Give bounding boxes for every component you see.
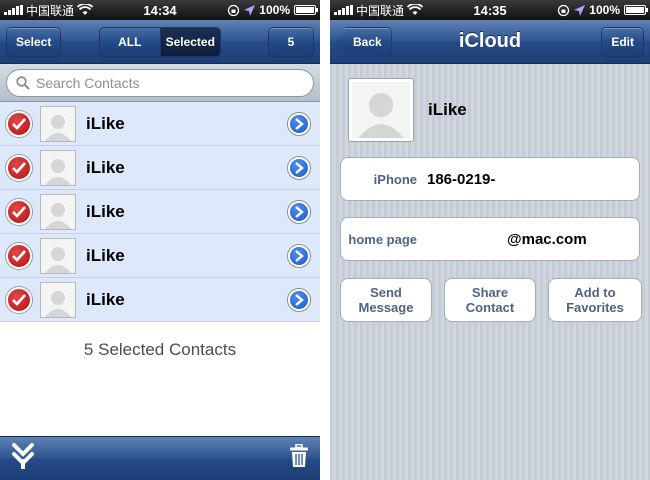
disclosure-arrow-icon[interactable]: [288, 244, 310, 267]
edit-button[interactable]: Edit: [601, 26, 644, 57]
carrier-name: 中国联通: [26, 3, 75, 18]
avatar: [40, 105, 76, 142]
send-message-line1: Send: [370, 285, 402, 300]
send-message-button[interactable]: Send Message: [340, 278, 432, 322]
avatar: [40, 237, 76, 274]
checkmark-icon[interactable]: [6, 286, 32, 313]
location-icon: [574, 4, 586, 16]
contact-name: iLike: [86, 245, 125, 265]
location-icon: [244, 4, 256, 16]
contact-name: iLike: [86, 201, 125, 221]
add-favorites-line1: Add to: [574, 285, 616, 300]
contact-photo[interactable]: [348, 78, 414, 142]
checkmark-icon[interactable]: [6, 242, 32, 269]
phone-field[interactable]: iPhone 186-0219-: [340, 157, 640, 201]
battery-percent: 100%: [589, 3, 620, 17]
search-placeholder: Search Contacts: [36, 75, 140, 91]
disclosure-arrow-icon[interactable]: [288, 200, 310, 223]
status-right: 100%: [227, 3, 318, 17]
screen-divider: [320, 0, 330, 480]
merge-down-icon[interactable]: [12, 443, 34, 474]
send-message-line2: Message: [358, 300, 414, 315]
phone-value: 186-0219-: [427, 170, 496, 188]
add-favorites-line2: Favorites: [566, 300, 624, 315]
contact-list: iLike iLike iLike iLike iLike: [0, 102, 320, 322]
disclosure-arrow-icon[interactable]: [288, 288, 310, 311]
share-contact-line2: Contact: [465, 300, 515, 315]
avatar: [40, 281, 76, 318]
phone-label: iPhone: [373, 171, 417, 187]
selected-count-text: 5 Selected Contacts: [83, 340, 237, 359]
trash-icon[interactable]: [290, 443, 308, 473]
share-contact-line1: Share: [471, 285, 509, 300]
selected-count-button[interactable]: 5: [268, 27, 314, 57]
select-button[interactable]: Select: [6, 26, 62, 57]
search-icon: [16, 76, 30, 90]
battery-icon: [624, 5, 648, 15]
navigation-bar: Back iCloud Edit: [330, 20, 650, 64]
carrier-info: 中国联通: [4, 2, 94, 19]
contact-row[interactable]: iLike: [0, 146, 320, 190]
carrier-name: 中国联通: [356, 3, 405, 18]
search-input[interactable]: Search Contacts: [6, 69, 314, 97]
contact-name: iLike: [428, 100, 467, 119]
wifi-icon: [407, 4, 424, 15]
add-to-favorites-button[interactable]: Add to Favorites: [548, 278, 642, 322]
status-bar: 中国联通 14:34 100%: [0, 0, 320, 20]
homepage-value: @mac.com: [507, 230, 587, 248]
back-button[interactable]: Back: [336, 26, 392, 57]
navigation-bar: Select ALL Selected 5: [0, 20, 320, 64]
segment-selected[interactable]: Selected: [160, 28, 220, 56]
battery-icon: [294, 5, 318, 15]
contacts-selection-screen: 中国联通 14:34 100% Select ALL Selected 5 Se…: [0, 0, 320, 480]
person-silhouette-icon: [358, 92, 404, 138]
wifi-icon: [77, 4, 94, 15]
segment-all[interactable]: ALL: [100, 28, 161, 56]
contact-name: iLike: [86, 113, 125, 133]
search-bar: Search Contacts: [0, 64, 320, 102]
status-bar: 中国联通 14:35 100%: [330, 0, 650, 20]
homepage-label: home page: [348, 231, 417, 247]
contact-row[interactable]: iLike: [0, 190, 320, 234]
disclosure-arrow-icon[interactable]: [288, 156, 310, 179]
signal-bars-icon: [334, 5, 353, 15]
battery-percent: 100%: [259, 3, 290, 17]
homepage-field[interactable]: home page @mac.com: [340, 217, 640, 261]
status-right: 100%: [557, 3, 648, 17]
contact-name: iLike: [86, 289, 125, 309]
disclosure-arrow-icon[interactable]: [288, 112, 310, 135]
filter-segmented-control: ALL Selected: [99, 27, 221, 57]
rotation-lock-icon: [228, 4, 240, 16]
avatar: [40, 193, 76, 230]
share-contact-button[interactable]: Share Contact: [444, 278, 536, 322]
bottom-toolbar: [0, 436, 320, 480]
contact-header: iLike: [348, 78, 650, 142]
checkmark-icon[interactable]: [6, 154, 32, 181]
contact-row[interactable]: iLike: [0, 102, 320, 146]
avatar: [40, 149, 76, 186]
carrier-info: 中国联通: [334, 2, 424, 19]
checkmark-icon[interactable]: [6, 110, 32, 137]
contact-row[interactable]: iLike: [0, 278, 320, 322]
contact-detail-screen: 中国联通 14:35 100% Back iCloud Edit iLike i…: [330, 0, 650, 480]
contact-name: iLike: [86, 157, 125, 177]
rotation-lock-icon: [558, 4, 570, 16]
signal-bars-icon: [4, 5, 23, 15]
checkmark-icon[interactable]: [6, 198, 32, 225]
contact-row[interactable]: iLike: [0, 234, 320, 278]
